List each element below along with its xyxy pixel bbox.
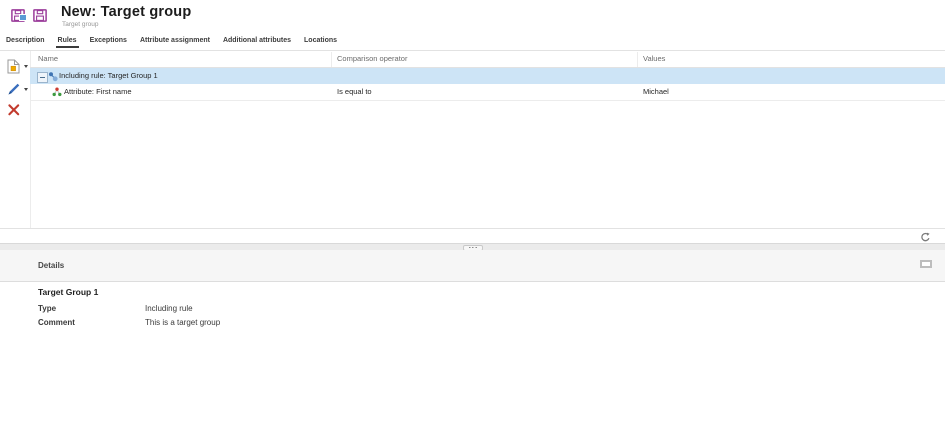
save-button[interactable] — [11, 8, 27, 23]
delete-icon — [7, 103, 21, 117]
row-values: Michael — [643, 84, 669, 100]
field-value: Including rule — [145, 304, 193, 313]
tab-exceptions[interactable]: Exceptions — [89, 35, 128, 46]
collapse-panel-button[interactable] — [920, 260, 932, 268]
collapse-toggle-icon[interactable] — [37, 72, 48, 83]
edit-button[interactable] — [7, 80, 31, 98]
column-header-values[interactable]: Values — [643, 51, 665, 67]
tab-additional-attributes[interactable]: Additional attributes — [222, 35, 292, 46]
refresh-icon — [920, 231, 931, 242]
attribute-icon — [52, 87, 62, 103]
dropdown-arrow-icon — [24, 65, 28, 68]
field-value: This is a target group — [145, 318, 220, 327]
target-group-app: New: Target group Target group Descripti… — [0, 0, 945, 447]
field-label: Type — [38, 304, 56, 313]
row-comparison-operator: Is equal to — [337, 84, 372, 100]
save-icon — [11, 9, 25, 22]
row-label: Including rule: Target Group 1 — [59, 68, 158, 84]
new-rule-button[interactable] — [7, 58, 31, 76]
details-panel-header: Details — [0, 250, 945, 282]
field-label: Comment — [38, 318, 75, 327]
dropdown-arrow-icon — [24, 88, 28, 91]
page-title: New: Target group — [61, 4, 191, 20]
save-as-icon — [33, 9, 47, 22]
delete-button[interactable] — [7, 101, 31, 119]
new-rule-icon — [7, 59, 27, 75]
details-title: Details — [38, 261, 64, 270]
column-divider — [637, 52, 638, 67]
edit-icon — [7, 82, 27, 97]
row-label: Attribute: First name — [64, 84, 132, 100]
column-header-name[interactable]: Name — [38, 51, 58, 67]
details-group-title: Target Group 1 — [38, 287, 98, 297]
save-badge-icon — [19, 14, 27, 21]
table-row[interactable]: Attribute: First name Is equal to Michae… — [30, 84, 945, 101]
column-divider — [331, 52, 332, 67]
refresh-button[interactable] — [920, 230, 933, 243]
table-row[interactable]: Including rule: Target Group 1 — [30, 68, 945, 84]
column-header-comparison-operator[interactable]: Comparison operator — [337, 51, 407, 67]
tab-rules[interactable]: Rules — [57, 35, 78, 46]
tabbar-divider — [0, 50, 945, 51]
tab-bar: Description Rules Exceptions Attribute a… — [5, 33, 338, 48]
tab-attribute-assignment[interactable]: Attribute assignment — [139, 35, 211, 46]
save-as-button[interactable] — [33, 8, 49, 23]
tab-locations[interactable]: Locations — [303, 35, 338, 46]
table-bottom-border — [0, 228, 945, 229]
tab-description[interactable]: Description — [5, 35, 46, 46]
page-subtitle: Target group — [62, 21, 99, 28]
